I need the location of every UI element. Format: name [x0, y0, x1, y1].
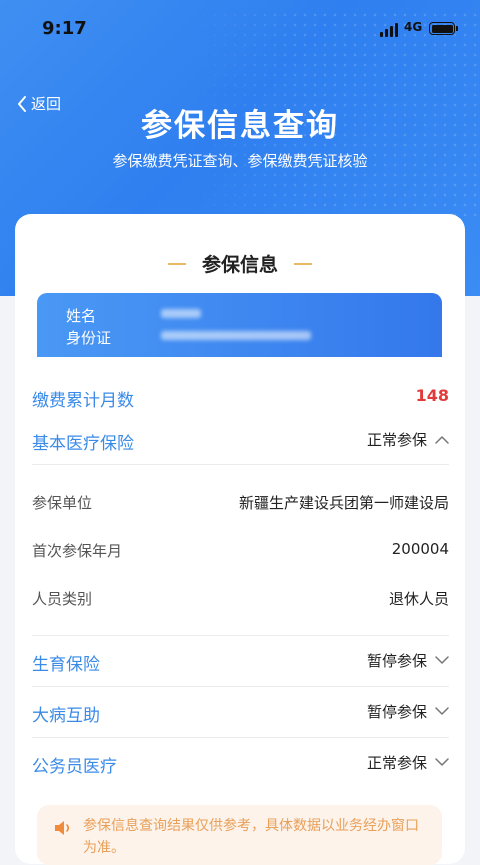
divider — [32, 464, 449, 465]
name-label: 姓名 — [66, 307, 97, 325]
critical-illness-label: 大病互助 — [32, 706, 100, 726]
id-label: 身份证 — [66, 329, 112, 347]
months-value: 148 — [415, 386, 449, 405]
signal-icon — [380, 23, 400, 37]
status-bar: 9:17 4G — [0, 0, 480, 56]
card-title: 参保信息 — [201, 254, 278, 276]
detail-value: 200004 — [391, 540, 449, 558]
months-row: 缴费累计月数 148 — [32, 386, 449, 411]
title-line-right — [294, 263, 312, 265]
medical-insurance-row[interactable]: 基本医疗保险 正常参保 — [32, 429, 449, 454]
speaker-icon — [55, 821, 70, 835]
network-type: 4G — [404, 20, 423, 34]
notice-banner: 参保信息查询结果仅供参考，具体数据以业务经办窗口为准。 — [37, 805, 442, 865]
detail-row: 参保单位 新疆生产建设兵团第一师建设局 — [32, 492, 449, 514]
civil-servant-medical-label: 公务员医疗 — [32, 757, 117, 777]
divider — [32, 686, 449, 687]
page-title: 参保信息查询 — [141, 108, 339, 144]
page-subtitle: 参保缴费凭证查询、参保缴费凭证核验 — [112, 152, 368, 170]
detail-row: 人员类别 退休人员 — [32, 588, 449, 610]
insurance-info-card: 参保信息 姓名 身份证 缴费累计月数 148 基本医疗保险 正常参保 参保单位 … — [15, 214, 465, 865]
battery-icon — [429, 22, 455, 35]
chevron-down-icon — [435, 656, 449, 664]
identity-panel: 姓名 身份证 — [37, 293, 442, 357]
critical-illness-status: 暂停参保 — [366, 703, 427, 721]
detail-row: 首次参保年月 200004 — [32, 540, 449, 562]
divider — [32, 737, 449, 738]
maternity-insurance-status: 暂停参保 — [366, 652, 427, 670]
name-masked — [161, 309, 201, 318]
detail-value: 新疆生产建设兵团第一师建设局 — [238, 494, 449, 512]
medical-insurance-label: 基本医疗保险 — [32, 434, 134, 454]
medical-insurance-status: 正常参保 — [366, 431, 427, 449]
critical-illness-row[interactable]: 大病互助 暂停参保 — [32, 701, 449, 726]
battery-cap — [456, 26, 458, 31]
chevron-down-icon — [435, 707, 449, 715]
months-label: 缴费累计月数 — [32, 391, 134, 411]
divider — [32, 635, 449, 636]
detail-label: 参保单位 — [32, 494, 93, 512]
detail-label: 首次参保年月 — [32, 542, 123, 560]
detail-label: 人员类别 — [32, 590, 93, 608]
detail-value: 退休人员 — [388, 590, 449, 608]
civil-servant-medical-row[interactable]: 公务员医疗 正常参保 — [32, 752, 449, 777]
maternity-insurance-label: 生育保险 — [32, 655, 100, 675]
status-time: 9:17 — [42, 18, 87, 39]
maternity-insurance-row[interactable]: 生育保险 暂停参保 — [32, 650, 449, 675]
notice-text: 参保信息查询结果仅供参考，具体数据以业务经办窗口为准。 — [83, 818, 419, 856]
chevron-down-icon — [435, 758, 449, 766]
chevron-up-icon — [435, 436, 449, 444]
id-masked — [161, 331, 311, 340]
civil-servant-medical-status: 正常参保 — [366, 754, 427, 772]
